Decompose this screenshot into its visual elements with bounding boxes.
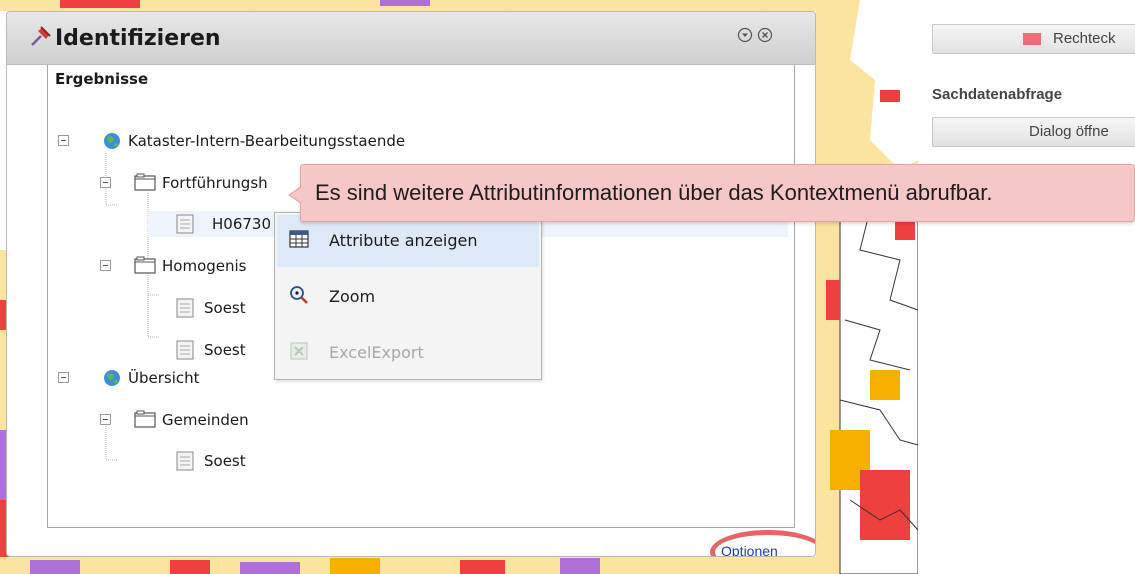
menu-item-excel-export: ExcelExport xyxy=(277,327,539,379)
excel-icon xyxy=(290,342,308,360)
window-tools xyxy=(737,27,777,45)
collapse-toggle-icon[interactable] xyxy=(58,135,69,146)
globe-icon xyxy=(104,133,120,149)
menu-item-show-attributes[interactable]: Attribute anzeigen xyxy=(277,215,539,267)
globe-icon xyxy=(104,370,120,386)
tree-node-label: Übersicht xyxy=(128,369,200,387)
collapse-toggle-icon[interactable] xyxy=(58,372,69,383)
collapse-toggle-icon[interactable] xyxy=(100,177,111,188)
menu-item-label: Attribute anzeigen xyxy=(329,231,478,250)
folder-icon xyxy=(134,173,156,191)
collapse-icon[interactable] xyxy=(737,27,753,43)
tree-node-label: Homogenis xyxy=(162,257,247,275)
tree-node-label: Gemeinden xyxy=(162,411,249,429)
tooltip-arrow-inner xyxy=(290,187,302,203)
query-panel: Rechteck Sachdatenabfrage Dialog öffne xyxy=(918,0,1135,574)
magnifier-icon xyxy=(290,286,308,304)
tooltip-text: Es sind weitere Attributinformationen üb… xyxy=(315,180,993,205)
menu-item-zoom[interactable]: Zoom xyxy=(277,271,539,323)
options-link[interactable]: Optionen xyxy=(721,543,778,556)
tree-node-label: Soest xyxy=(204,452,246,470)
window-title: Identifizieren xyxy=(55,26,221,51)
window-header[interactable]: Identifizieren xyxy=(7,12,815,65)
open-dialog-button[interactable]: Dialog öffne xyxy=(932,117,1135,147)
document-icon xyxy=(176,340,194,360)
tree-node-kataster[interactable]: Kataster-Intern-Bearbeitungsstaende xyxy=(48,128,788,154)
menu-item-label: ExcelExport xyxy=(329,343,424,362)
document-icon xyxy=(176,298,194,318)
tree-node-label: H06730 xyxy=(212,215,271,233)
close-icon[interactable] xyxy=(757,27,773,43)
table-icon xyxy=(289,230,309,248)
tree-node-gemeinden[interactable]: Gemeinden xyxy=(48,407,788,433)
folder-icon xyxy=(134,410,156,428)
rectangle-button-label: Rechteck xyxy=(1053,30,1116,47)
tree-node-feature[interactable]: Soest xyxy=(48,448,788,474)
document-icon xyxy=(176,214,194,234)
pin-icon xyxy=(31,26,51,46)
context-menu: Attribute anzeigen Zoom ExcelExport xyxy=(274,212,542,380)
section-label: Sachdatenabfrage xyxy=(932,86,1063,103)
rectangle-icon xyxy=(1023,33,1041,45)
collapse-toggle-icon[interactable] xyxy=(100,414,111,425)
tree-node-label: Kataster-Intern-Bearbeitungsstaende xyxy=(128,132,406,150)
hint-tooltip: Es sind weitere Attributinformationen üb… xyxy=(288,164,1135,222)
menu-item-label: Zoom xyxy=(329,287,376,306)
folder-icon xyxy=(134,256,156,274)
rectangle-button[interactable]: Rechteck xyxy=(932,24,1135,54)
open-dialog-button-label: Dialog öffne xyxy=(1029,123,1109,140)
collapse-toggle-icon[interactable] xyxy=(100,260,111,271)
tree-node-label: Fortführungsh xyxy=(162,174,268,192)
tree-node-label: Soest xyxy=(204,341,246,359)
tree-node-label: Soest xyxy=(204,299,246,317)
document-icon xyxy=(176,451,194,471)
